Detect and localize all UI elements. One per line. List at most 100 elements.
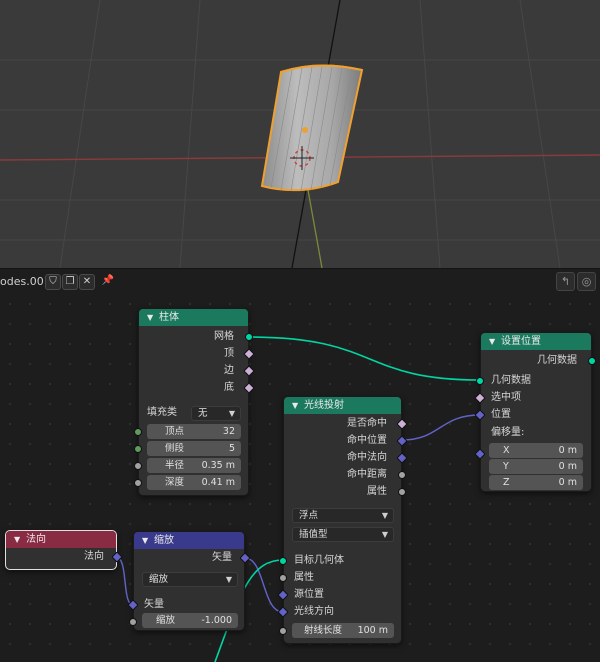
- depth-value: 0.41 m: [201, 477, 235, 488]
- chevron-down-icon: ▼: [381, 530, 388, 539]
- scale-factor-field[interactable]: 缩放 -1.000: [142, 613, 238, 628]
- side-segments-field[interactable]: 侧段 5: [147, 441, 241, 456]
- cylinder-node-title: 柱体: [159, 312, 179, 323]
- attribute-in-label: 属性: [294, 572, 314, 583]
- target-geometry-socket[interactable]: [279, 557, 287, 565]
- 3d-viewport[interactable]: [0, 0, 600, 268]
- attribute-in-socket[interactable]: [279, 574, 287, 582]
- blender-window: odes.001 ⛉ ❐ ✕ 📌 ↰ ◎ ▼ 柱体 网格 顶 边 底 填充类 无…: [0, 0, 600, 662]
- vertices-value: 32: [222, 426, 235, 437]
- vector-scale-node[interactable]: ▼ 缩放 矢量 缩放 ▼ 矢量 缩放 -1.000: [127, 531, 251, 631]
- output-mesh-socket[interactable]: [245, 333, 253, 341]
- hit-position-label: 命中位置: [347, 435, 387, 446]
- fill-type-value: 无: [198, 408, 208, 419]
- ray-length-value: 100 m: [357, 625, 388, 636]
- parent-node-icon[interactable]: ↰: [556, 272, 575, 291]
- offset-z-field[interactable]: Z0 m: [489, 475, 583, 490]
- offset-label: 偏移量:: [491, 427, 525, 438]
- attribute-out-label: 属性: [367, 486, 387, 497]
- scale-factor-value: -1.000: [201, 615, 232, 626]
- hit-normal-label: 命中法向: [347, 452, 387, 463]
- vertices-socket[interactable]: [134, 428, 142, 436]
- normal-node[interactable]: ▼ 法向 法向: [5, 530, 123, 570]
- cylinder-node[interactable]: ▼ 柱体 网格 顶 边 底 填充类 无 ▼ 顶点 32 侧段 5 半径 0.35 m 深度…: [134, 308, 255, 496]
- source-position-label: 源位置: [294, 589, 324, 600]
- scale-factor-socket[interactable]: [129, 618, 137, 626]
- radius-socket[interactable]: [134, 462, 142, 470]
- fill-type-label: 填充类: [147, 407, 177, 418]
- chevron-down-icon[interactable]: ▼: [14, 531, 26, 548]
- data-type-value: 浮点: [299, 510, 319, 521]
- attribute-out-socket[interactable]: [398, 488, 406, 496]
- offset-y-value: 0 m: [558, 461, 577, 472]
- cylinder-node-header: ▼ 柱体: [139, 309, 248, 326]
- vertices-field[interactable]: 顶点 32: [147, 424, 241, 439]
- chevron-down-icon[interactable]: ▼: [147, 309, 159, 326]
- cylinder-object[interactable]: [260, 64, 364, 192]
- offset-y-field[interactable]: Y0 m: [489, 459, 583, 474]
- ray-length-socket[interactable]: [279, 627, 287, 635]
- radius-field[interactable]: 半径 0.35 m: [147, 458, 241, 473]
- hit-distance-label: 命中距离: [347, 469, 387, 480]
- offset-x-value: 0 m: [558, 445, 577, 456]
- chevron-down-icon: ▼: [228, 409, 235, 418]
- node-tree-name[interactable]: odes.001: [0, 275, 51, 288]
- ray-direction-label: 光线方向: [294, 606, 334, 617]
- chevron-down-icon[interactable]: ▼: [142, 532, 154, 549]
- shield-icon[interactable]: ⛉: [45, 274, 61, 290]
- normal-node-header: ▼ 法向: [6, 531, 116, 548]
- hit-distance-socket[interactable]: [398, 471, 406, 479]
- side-segments-socket[interactable]: [134, 445, 142, 453]
- depth-socket[interactable]: [134, 479, 142, 487]
- ray-length-field[interactable]: 射线长度 100 m: [292, 623, 394, 638]
- node-editor-header: odes.001 ⛉ ❐ ✕ 📌 ↰ ◎: [0, 268, 600, 294]
- input-geometry-label: 几何数据: [491, 375, 531, 386]
- offset-x-field[interactable]: X0 m: [489, 443, 583, 458]
- origin-point: [302, 127, 308, 133]
- target-geometry-label: 目标几何体: [294, 555, 344, 566]
- fill-type-dropdown[interactable]: 无 ▼: [191, 406, 241, 421]
- overlay-icon[interactable]: ◎: [577, 272, 596, 291]
- radius-value: 0.35 m: [201, 460, 235, 471]
- operation-dropdown[interactable]: 缩放 ▼: [142, 572, 238, 587]
- set-position-node-title: 设置位置: [501, 336, 541, 347]
- normal-output-label: 法向: [84, 551, 104, 562]
- raycast-node[interactable]: ▼ 光线投射 是否命中 命中位置 命中法向 命中距离 属性 浮点 ▼ 插值型 ▼ 目标…: [277, 396, 408, 644]
- depth-field[interactable]: 深度 0.41 m: [147, 475, 241, 490]
- chevron-down-icon: ▼: [381, 511, 388, 520]
- output-mesh-label: 网格: [214, 331, 234, 342]
- output-geometry-socket[interactable]: [588, 357, 596, 365]
- set-position-node-header: ▼ 设置位置: [481, 333, 591, 350]
- side-segments-label: 侧段: [165, 443, 185, 454]
- data-type-dropdown[interactable]: 浮点 ▼: [292, 508, 394, 523]
- output-side-label: 边: [224, 365, 234, 376]
- selection-label: 选中项: [491, 392, 521, 403]
- mapping-dropdown[interactable]: 插值型 ▼: [292, 527, 394, 542]
- vector-scale-node-header: ▼ 缩放: [134, 532, 244, 549]
- pin-icon[interactable]: 📌: [100, 274, 116, 290]
- input-geometry-socket[interactable]: [476, 377, 484, 385]
- mapping-value: 插值型: [299, 529, 328, 540]
- side-segments-value: 5: [228, 443, 235, 454]
- copy-icon[interactable]: ❐: [62, 274, 78, 290]
- operation-value: 缩放: [149, 574, 169, 585]
- close-icon[interactable]: ✕: [79, 274, 95, 290]
- position-label: 位置: [491, 409, 511, 420]
- raycast-node-header: ▼ 光线投射: [284, 397, 401, 414]
- raycast-node-title: 光线投射: [304, 400, 344, 411]
- output-top-label: 顶: [224, 348, 234, 359]
- scale-output-label: 矢量: [212, 552, 232, 563]
- chevron-down-icon[interactable]: ▼: [292, 397, 304, 414]
- node-editor-canvas[interactable]: ▼ 柱体 网格 顶 边 底 填充类 无 ▼ 顶点 32 侧段 5 半径 0.35 m 深度…: [0, 294, 600, 662]
- output-geometry-label: 几何数据: [537, 355, 577, 366]
- y-axis-line: [307, 189, 323, 268]
- is-hit-label: 是否命中: [347, 418, 387, 429]
- vector-scale-node-title: 缩放: [154, 535, 174, 546]
- chevron-down-icon: ▼: [225, 575, 232, 584]
- offset-z-value: 0 m: [558, 477, 577, 488]
- scale-input-vector-label: 矢量: [144, 599, 164, 610]
- chevron-down-icon[interactable]: ▼: [489, 333, 501, 350]
- normal-node-title: 法向: [26, 534, 46, 545]
- output-bottom-label: 底: [224, 382, 234, 393]
- set-position-node[interactable]: ▼ 设置位置 几何数据 几何数据 选中项 位置 偏移量: X0 m Y0 m Z0…: [474, 332, 596, 492]
